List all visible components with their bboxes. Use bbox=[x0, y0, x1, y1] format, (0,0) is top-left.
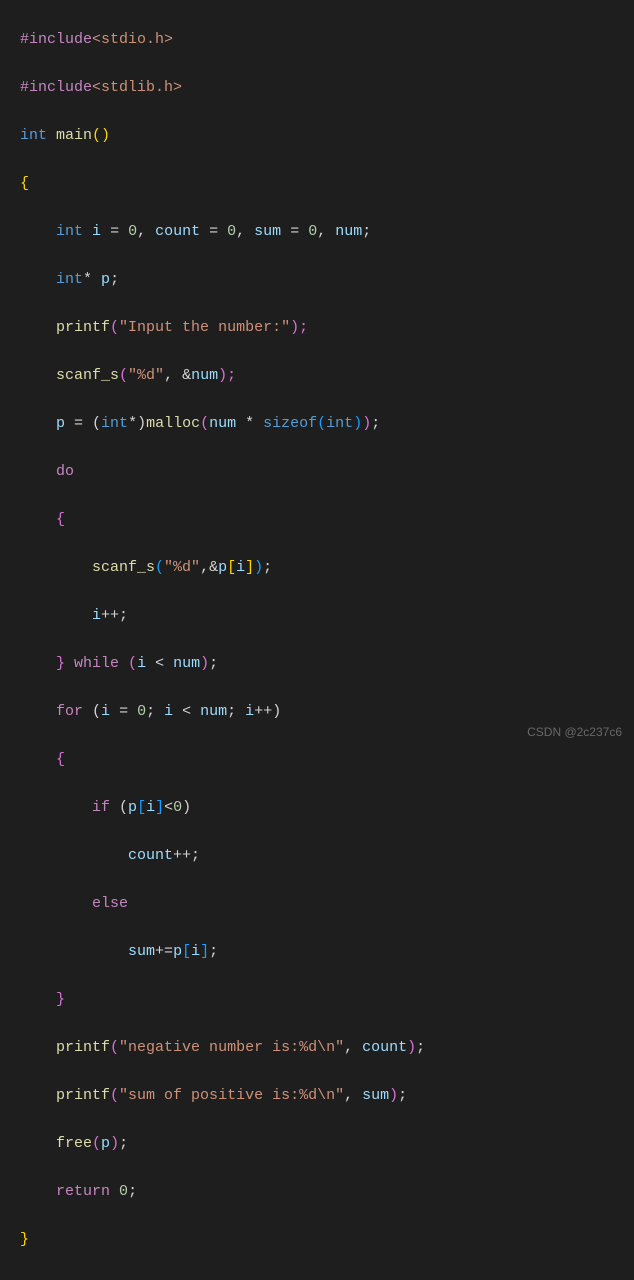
paren: () bbox=[92, 127, 110, 144]
brace-open: { bbox=[56, 511, 65, 528]
brace-close: } bbox=[56, 991, 65, 1008]
code-line: printf("negative number is:%d\n", count)… bbox=[20, 1036, 626, 1060]
code-line: int main() bbox=[20, 124, 626, 148]
code-line: count++; bbox=[20, 844, 626, 868]
code-line: printf("sum of positive is:%d\n", sum); bbox=[20, 1084, 626, 1108]
code-line: } bbox=[20, 988, 626, 1012]
code-line: do bbox=[20, 460, 626, 484]
kw-int: int bbox=[20, 127, 47, 144]
code-line: #include<stdio.h> bbox=[20, 28, 626, 52]
var-count: count bbox=[128, 847, 173, 864]
var-p: p bbox=[56, 415, 65, 432]
preproc-hash: #include bbox=[20, 31, 92, 48]
kw-return: return bbox=[56, 1183, 110, 1200]
code-line: #include<stdlib.h> bbox=[20, 76, 626, 100]
code-line: p = (int*)malloc(num * sizeof(int)); bbox=[20, 412, 626, 436]
code-line: free(p); bbox=[20, 1132, 626, 1156]
code-line: { bbox=[20, 172, 626, 196]
code-line: { bbox=[20, 508, 626, 532]
var-count: count bbox=[155, 223, 200, 240]
string-literal: "Input the number:" bbox=[119, 319, 290, 336]
kw-else: else bbox=[92, 895, 128, 912]
code-line: } while (i < num); bbox=[20, 652, 626, 676]
code-line: { bbox=[20, 748, 626, 772]
var-p: p bbox=[101, 271, 110, 288]
code-line: scanf_s("%d",&p[i]); bbox=[20, 556, 626, 580]
fn-scanf: scanf_s bbox=[56, 367, 119, 384]
code-line: else bbox=[20, 892, 626, 916]
fn-main: main bbox=[56, 127, 92, 144]
brace-open: { bbox=[20, 175, 29, 192]
preproc-hash: #include bbox=[20, 79, 92, 96]
brace-open: { bbox=[56, 751, 65, 768]
kw-for: for bbox=[56, 703, 83, 720]
fn-scanf: scanf_s bbox=[92, 559, 155, 576]
kw-sizeof: sizeof bbox=[263, 415, 317, 432]
code-line: scanf_s("%d", &num); bbox=[20, 364, 626, 388]
string-literal: "%d" bbox=[128, 367, 164, 384]
fn-printf: printf bbox=[56, 1087, 110, 1104]
var-sum: sum bbox=[254, 223, 281, 240]
kw-int: int bbox=[56, 271, 83, 288]
code-line: i++; bbox=[20, 604, 626, 628]
kw-int: int bbox=[56, 223, 83, 240]
var-i: i bbox=[92, 607, 101, 624]
code-line: sum+=p[i]; bbox=[20, 940, 626, 964]
watermark-text: CSDN @2c237c6 bbox=[527, 723, 622, 742]
string-literal: "negative number is:%d\n" bbox=[119, 1039, 344, 1056]
code-line: return 0; bbox=[20, 1180, 626, 1204]
code-line: if (p[i]<0) bbox=[20, 796, 626, 820]
var-sum: sum bbox=[128, 943, 155, 960]
fn-malloc: malloc bbox=[146, 415, 200, 432]
fn-free: free bbox=[56, 1135, 92, 1152]
fn-printf: printf bbox=[56, 319, 110, 336]
num-zero: 0 bbox=[128, 223, 137, 240]
code-line: } bbox=[20, 1228, 626, 1252]
kw-do: do bbox=[56, 463, 74, 480]
code-line: int* p; bbox=[20, 268, 626, 292]
var-i: i bbox=[92, 223, 101, 240]
kw-if: if bbox=[92, 799, 110, 816]
code-line: int i = 0, count = 0, sum = 0, num; bbox=[20, 220, 626, 244]
brace-close: } bbox=[56, 655, 65, 672]
header-name: <stdlib.h> bbox=[92, 79, 182, 96]
var-num: num bbox=[335, 223, 362, 240]
string-literal: "sum of positive is:%d\n" bbox=[119, 1087, 344, 1104]
code-line: printf("Input the number:"); bbox=[20, 316, 626, 340]
fn-printf: printf bbox=[56, 1039, 110, 1056]
kw-while: while bbox=[65, 655, 128, 672]
brace-close: } bbox=[20, 1231, 29, 1248]
code-line: for (i = 0; i < num; i++) bbox=[20, 700, 626, 724]
code-editor: #include<stdio.h> #include<stdlib.h> int… bbox=[0, 0, 634, 1280]
header-name: <stdio.h> bbox=[92, 31, 173, 48]
